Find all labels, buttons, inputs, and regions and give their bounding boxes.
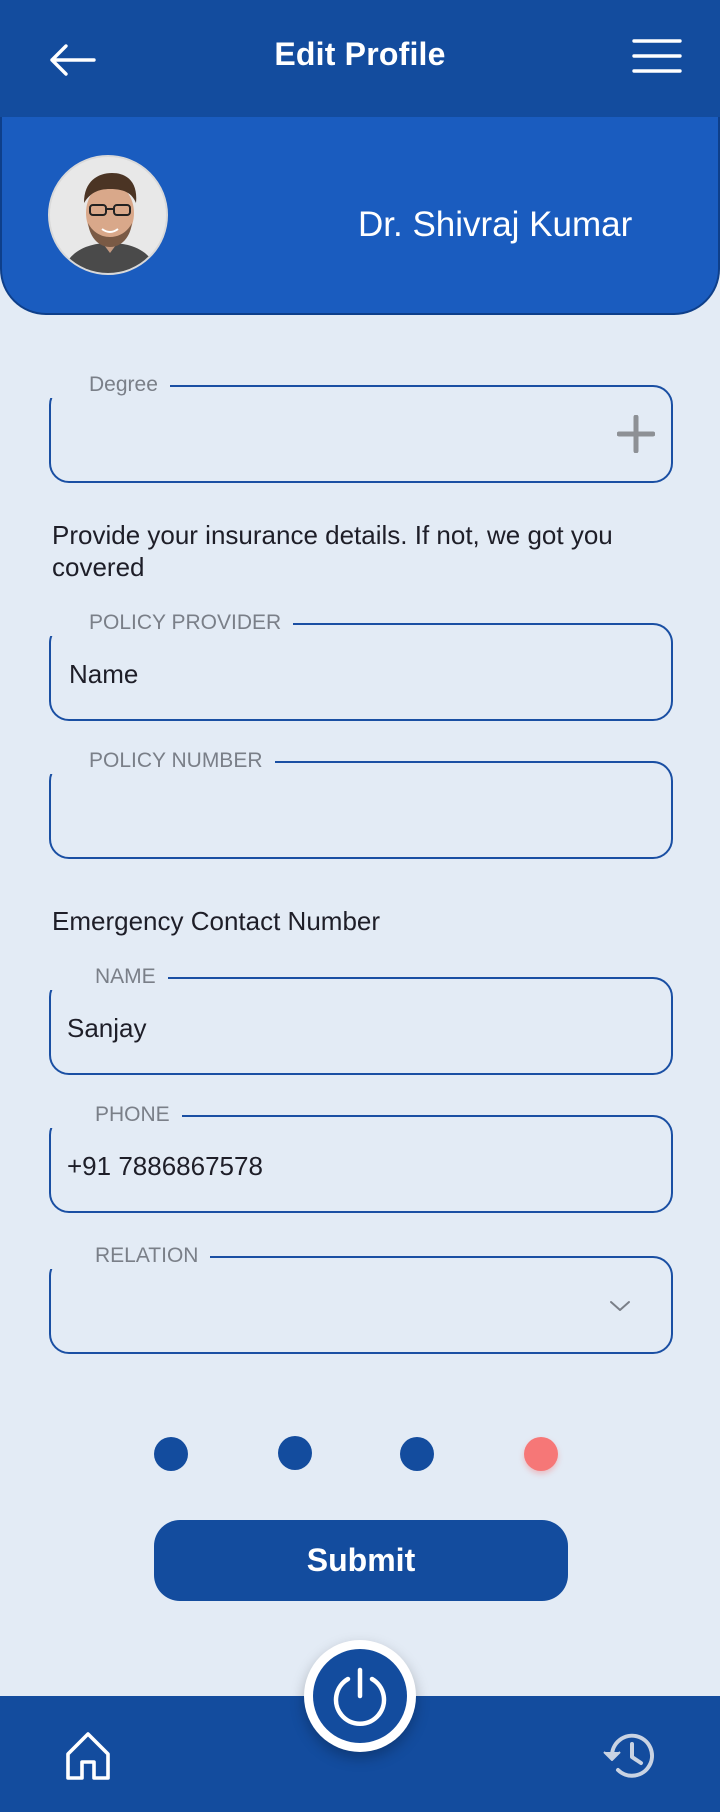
- page-dot-4[interactable]: [524, 1437, 558, 1471]
- emergency-name-label: NAME: [49, 964, 168, 990]
- hamburger-menu-icon: [632, 39, 682, 73]
- page-dot-2[interactable]: [278, 1436, 312, 1470]
- emergency-phone-value: +91 7886867578: [67, 1151, 263, 1181]
- relation-label: RELATION: [49, 1243, 211, 1269]
- degree-field[interactable]: Degree: [49, 372, 673, 483]
- home-icon: [66, 1732, 110, 1780]
- page-dot-1[interactable]: [154, 1437, 188, 1471]
- history-button[interactable]: [600, 1728, 658, 1784]
- top-app-bar: Edit Profile: [0, 0, 720, 118]
- home-button[interactable]: [60, 1728, 116, 1784]
- policy-provider-field[interactable]: POLICY PROVIDER Name: [49, 610, 673, 721]
- emergency-phone-field[interactable]: PHONE +91 7886867578: [49, 1102, 673, 1213]
- policy-number-field[interactable]: POLICY NUMBER: [49, 748, 673, 859]
- emergency-heading: Emergency Contact Number: [52, 906, 381, 936]
- chevron-down-icon: [610, 1301, 630, 1311]
- power-button-inner: [313, 1649, 407, 1743]
- policy-number-label: POLICY NUMBER: [49, 748, 275, 774]
- page-dot-3[interactable]: [400, 1437, 434, 1471]
- avatar-image: [50, 157, 166, 273]
- profile-header: Dr. Shivraj Kumar: [0, 117, 720, 315]
- menu-button[interactable]: [632, 38, 692, 82]
- submit-button[interactable]: Submit: [154, 1520, 568, 1601]
- page-title: Edit Profile: [274, 36, 446, 72]
- emergency-phone-label: PHONE: [49, 1102, 182, 1128]
- emergency-name-field[interactable]: NAME Sanjay: [49, 964, 673, 1075]
- power-icon: [333, 1667, 387, 1726]
- policy-provider-value: Name: [69, 659, 139, 689]
- emergency-name-value: Sanjay: [67, 1013, 147, 1043]
- doctor-name: Dr. Shivraj Kumar: [358, 205, 633, 244]
- avatar[interactable]: [48, 155, 168, 275]
- degree-label: Degree: [49, 372, 170, 398]
- insurance-prompt: Provide your insurance details. If not, …: [52, 520, 613, 582]
- plus-icon[interactable]: [617, 415, 655, 453]
- power-button[interactable]: [304, 1640, 416, 1752]
- history-icon: [603, 1733, 654, 1778]
- relation-select[interactable]: RELATION: [49, 1243, 673, 1354]
- policy-provider-label: POLICY PROVIDER: [49, 610, 294, 636]
